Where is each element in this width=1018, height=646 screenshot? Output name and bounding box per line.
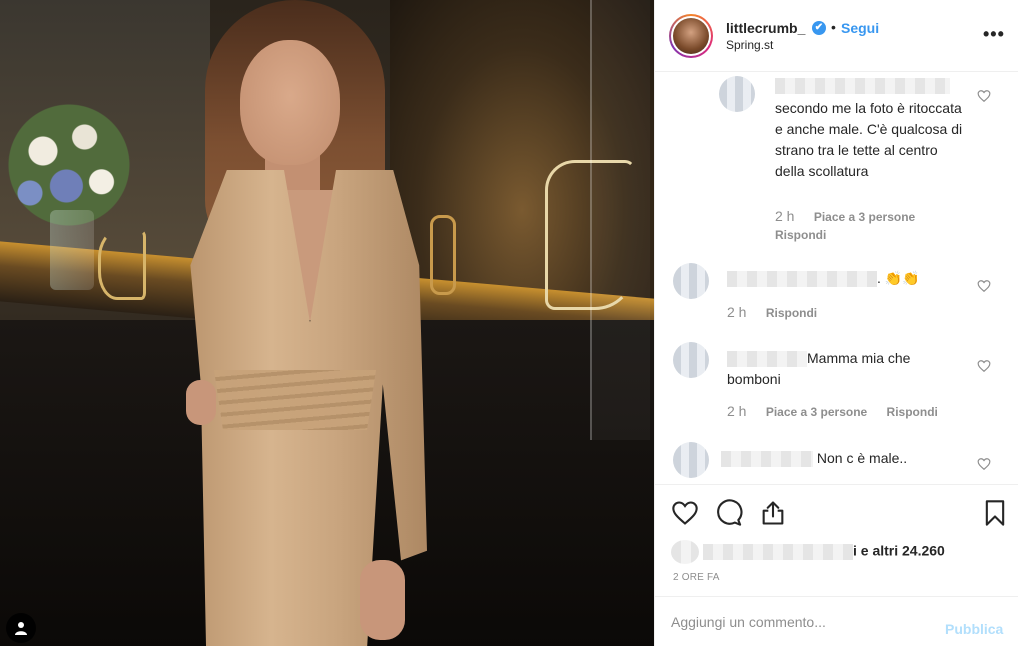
comment-likes-count[interactable]: Piace a 3 persone <box>766 405 867 419</box>
photo-person-face <box>240 40 340 165</box>
comment-time[interactable]: 2 h <box>727 403 746 419</box>
commenter-avatar[interactable] <box>719 76 755 112</box>
post-location[interactable]: Spring.st <box>726 38 773 52</box>
tagged-users-button[interactable] <box>6 613 36 643</box>
header-separator: • <box>831 19 836 35</box>
photo-glass-panel <box>590 0 650 440</box>
follow-button[interactable]: Segui <box>841 20 879 36</box>
commenter-username-blurred[interactable] <box>727 271 877 288</box>
comment-text: . 👏👏 <box>877 270 920 286</box>
comment-time[interactable]: 2 h <box>727 304 746 320</box>
post-photo[interactable] <box>0 0 654 646</box>
comment-text: Non c è male.. <box>816 450 908 466</box>
comment-reply-button[interactable]: Rispondi <box>775 228 826 242</box>
author-avatar-image <box>673 18 709 54</box>
post-time-ago[interactable]: 2 ORE FA <box>673 572 720 583</box>
commenter-username-blurred[interactable] <box>721 451 813 468</box>
post-actions: i e altri 24.260 2 ORE FA <box>655 484 1018 596</box>
liker-avatar-blurred <box>671 540 699 564</box>
comment-bubble-icon[interactable] <box>715 499 743 527</box>
add-comment-input[interactable] <box>671 611 931 633</box>
commenter-avatar[interactable] <box>673 442 709 478</box>
publish-button[interactable]: Pubblica <box>945 621 1003 637</box>
post-side-panel: littlecrumb_ ✔ • Segui Spring.st ••• sec… <box>654 0 1018 646</box>
likes-summary[interactable]: i e altri 24.260 <box>671 540 945 564</box>
comment-text: secondo me la foto è ritoccata e anche m… <box>775 100 963 179</box>
author-username[interactable]: littlecrumb_ <box>726 20 805 36</box>
photo-vase <box>50 210 94 290</box>
comment-time[interactable]: 2 h <box>775 208 794 224</box>
share-icon[interactable] <box>759 499 787 527</box>
verified-badge-icon: ✔ <box>812 21 826 35</box>
comment-meta: 2 h Piace a 3 persone <box>775 208 931 224</box>
author-avatar[interactable] <box>669 14 713 58</box>
comment-reply-button[interactable]: Rispondi <box>887 405 938 419</box>
photo-person-hand-right <box>360 560 405 640</box>
liker-username-blurred <box>703 544 853 560</box>
like-heart-icon[interactable] <box>671 499 699 527</box>
comment-like-heart-icon[interactable] <box>977 359 991 373</box>
photo-shoe-middle <box>430 215 456 295</box>
comment-like-heart-icon[interactable] <box>977 89 991 103</box>
comment-likes-count[interactable]: Piace a 3 persone <box>814 210 915 224</box>
more-options-icon[interactable]: ••• <box>983 24 1005 45</box>
commenter-username-blurred[interactable] <box>775 78 950 94</box>
comment-like-heart-icon[interactable] <box>977 457 991 471</box>
comments-list[interactable]: secondo me la foto è ritoccata e anche m… <box>655 72 1018 484</box>
comment-like-heart-icon[interactable] <box>977 279 991 293</box>
comment-meta: 2 h Piace a 3 persone Rispondi <box>727 403 954 419</box>
bookmark-icon[interactable] <box>981 499 1009 527</box>
add-comment-bar: Pubblica <box>655 596 1018 646</box>
commenter-username-blurred[interactable] <box>727 351 807 368</box>
photo-person-hand-left <box>186 380 216 425</box>
comment-meta: 2 h Rispondi <box>727 304 833 320</box>
user-icon <box>15 622 27 635</box>
comment-reply-row: Rispondi <box>775 228 842 242</box>
photo-shoe-left <box>98 230 146 300</box>
commenter-avatar[interactable] <box>673 263 709 299</box>
comment-reply-button[interactable]: Rispondi <box>766 306 817 320</box>
photo-person-dress-belt <box>214 370 376 430</box>
post-header: littlecrumb_ ✔ • Segui Spring.st ••• <box>655 0 1018 72</box>
commenter-avatar[interactable] <box>673 342 709 378</box>
likes-count-text: i e altri 24.260 <box>853 542 945 559</box>
